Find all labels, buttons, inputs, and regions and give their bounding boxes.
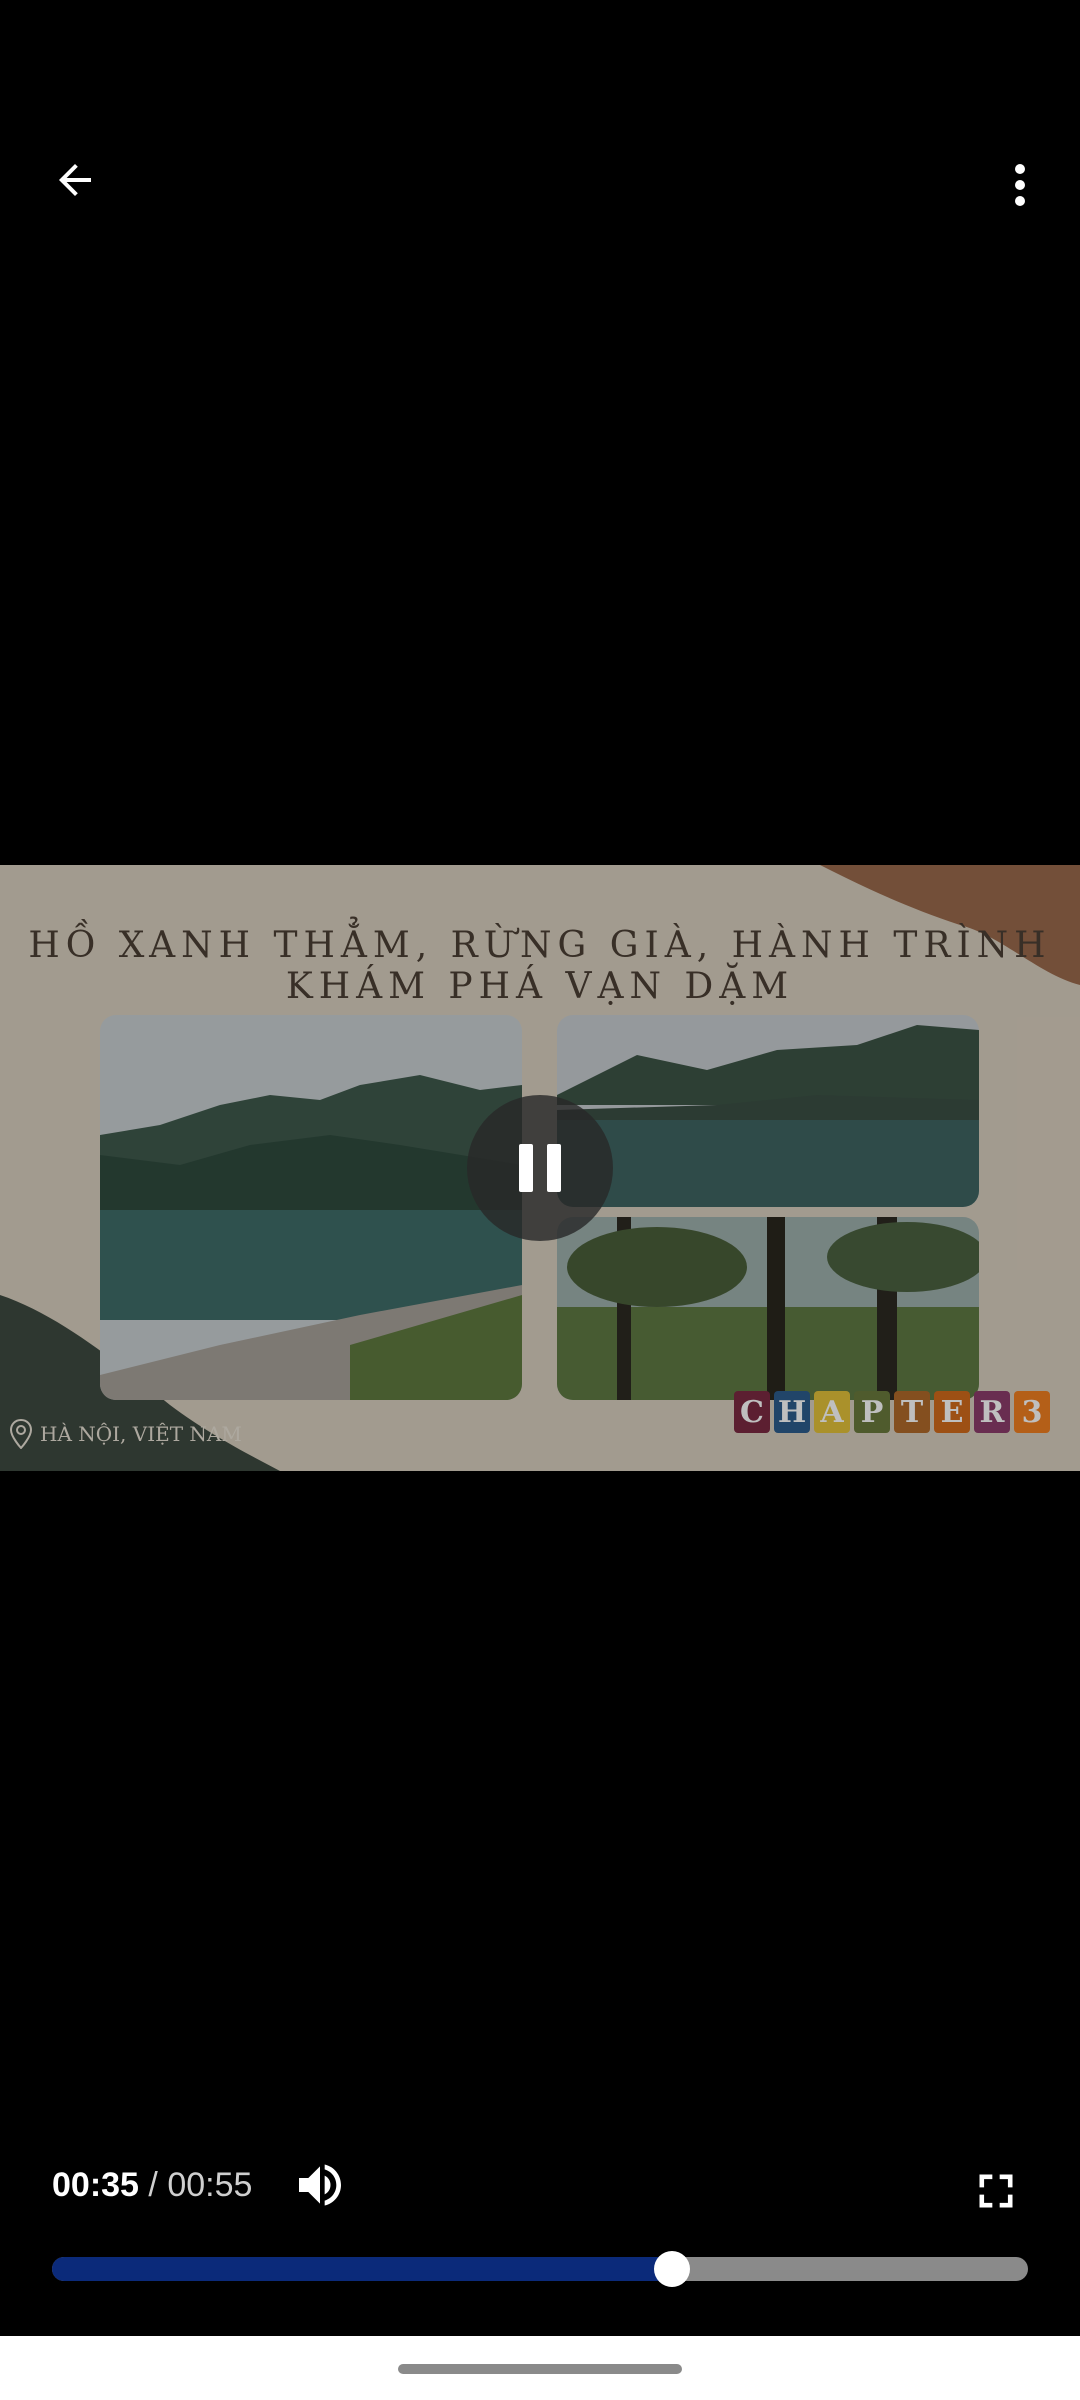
time-separator: /: [148, 2166, 158, 2204]
back-button[interactable]: [30, 140, 120, 220]
more-vert-icon: [1015, 164, 1025, 206]
more-options-button[interactable]: [975, 140, 1065, 230]
current-time: 00:35: [52, 2166, 139, 2204]
system-nav-bar: [0, 2336, 1080, 2400]
volume-icon: [299, 2164, 341, 2206]
fullscreen-button[interactable]: [968, 2163, 1024, 2219]
pause-icon: [519, 1144, 561, 1192]
home-gesture-handle[interactable]: [398, 2364, 682, 2374]
duration: 00:55: [167, 2166, 253, 2204]
time-display: 00:35 / 00:55: [52, 2166, 252, 2205]
pause-button[interactable]: [467, 1095, 613, 1241]
fullscreen-icon: [979, 2174, 1013, 2208]
top-bar: [0, 0, 1080, 300]
seek-bar-progress: [52, 2257, 672, 2281]
seek-bar-thumb[interactable]: [653, 2251, 690, 2287]
arrow-left-icon: [59, 164, 91, 196]
volume-button[interactable]: [290, 2155, 350, 2215]
seek-bar[interactable]: [52, 2251, 1028, 2287]
